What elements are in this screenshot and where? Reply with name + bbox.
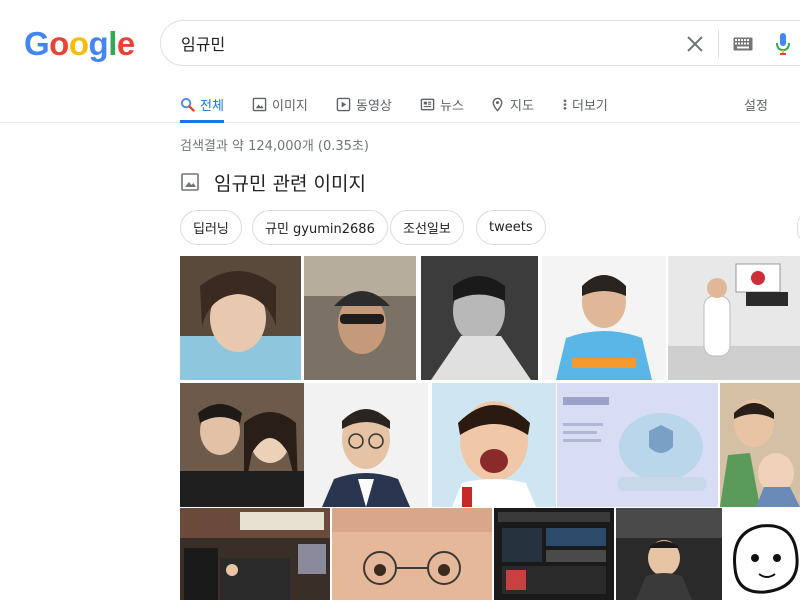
image-thumbnail[interactable] bbox=[725, 508, 800, 600]
image-thumbnail[interactable] bbox=[557, 383, 718, 507]
tab-label: 이미지 bbox=[272, 98, 308, 114]
image-thumbnail[interactable] bbox=[180, 508, 330, 600]
clear-search-button[interactable] bbox=[683, 32, 707, 56]
chip[interactable]: 딥러닝 bbox=[180, 210, 242, 245]
related-chips: 딥러닝 규민 gyumin2686 조선일보 tweets bbox=[180, 210, 800, 246]
settings-label: 설정 bbox=[744, 98, 768, 114]
image-thumbnail[interactable] bbox=[668, 256, 800, 380]
search-input[interactable] bbox=[181, 21, 661, 65]
news-icon bbox=[420, 98, 435, 110]
image-icon bbox=[181, 173, 199, 191]
map-pin-icon bbox=[492, 97, 503, 112]
result-stats: 검색결과 약 124,000개 (0.35초) bbox=[180, 139, 369, 154]
image-thumbnail[interactable] bbox=[180, 383, 304, 507]
settings-link[interactable]: 설정 bbox=[744, 86, 768, 122]
image-thumbnail[interactable] bbox=[494, 508, 614, 600]
tab-label: 더보기 bbox=[572, 98, 608, 114]
image-thumbnail[interactable] bbox=[542, 256, 666, 380]
search-divider bbox=[718, 30, 719, 58]
image-thumbnail[interactable] bbox=[616, 508, 722, 600]
google-logo[interactable]: Google bbox=[24, 24, 135, 64]
image-grid bbox=[180, 256, 800, 600]
search-box bbox=[160, 20, 800, 66]
keyboard-icon bbox=[733, 37, 753, 51]
keyboard-button[interactable] bbox=[733, 36, 753, 51]
image-thumbnail[interactable] bbox=[421, 256, 538, 380]
image-section-title[interactable]: 임규민 관련 이미지 bbox=[214, 169, 366, 196]
microphone-icon bbox=[776, 33, 790, 55]
image-section-header: 임규민 관련 이미지 bbox=[180, 168, 366, 196]
tab-images[interactable]: 이미지 bbox=[252, 86, 308, 122]
search-icon bbox=[180, 97, 195, 112]
header: Google bbox=[0, 0, 800, 86]
logo-letter: l bbox=[108, 25, 117, 62]
image-thumbnail[interactable] bbox=[180, 256, 301, 380]
video-icon bbox=[336, 97, 351, 111]
voice-search-button[interactable] bbox=[775, 32, 791, 56]
tab-label: 전체 bbox=[200, 98, 224, 114]
tab-videos[interactable]: 동영상 bbox=[336, 86, 392, 122]
tab-label: 동영상 bbox=[356, 98, 392, 114]
image-thumbnail[interactable] bbox=[720, 383, 800, 507]
tab-label: 뉴스 bbox=[440, 98, 464, 114]
chip[interactable]: 규민 gyumin2686 bbox=[252, 210, 388, 245]
tab-maps[interactable]: 지도 bbox=[490, 86, 534, 122]
search-results-page: Google 임규민 전체 이미지 동영상 뉴스 지도 더보기 설정 검색결과 … bbox=[0, 0, 800, 600]
close-icon bbox=[687, 36, 703, 52]
logo-letter: G bbox=[24, 25, 50, 62]
image-thumbnail[interactable] bbox=[332, 508, 492, 600]
tab-all[interactable]: 전체 bbox=[180, 86, 224, 123]
tab-more[interactable]: 더보기 bbox=[561, 86, 608, 122]
logo-letter: e bbox=[116, 25, 135, 62]
chip[interactable]: tweets bbox=[476, 210, 546, 245]
image-icon bbox=[252, 97, 267, 111]
image-thumbnail[interactable] bbox=[304, 383, 428, 507]
tab-news[interactable]: 뉴스 bbox=[420, 86, 464, 122]
tab-label: 지도 bbox=[510, 98, 534, 114]
more-vertical-icon bbox=[563, 98, 567, 110]
image-thumbnail[interactable] bbox=[304, 256, 416, 380]
logo-letter: g bbox=[88, 25, 109, 62]
image-thumbnail[interactable] bbox=[432, 383, 556, 507]
logo-letter: o bbox=[49, 25, 69, 62]
chip[interactable]: 조선일보 bbox=[390, 210, 464, 245]
logo-letter: o bbox=[68, 25, 89, 62]
search-tabs: 전체 이미지 동영상 뉴스 지도 더보기 설정 bbox=[0, 86, 800, 123]
